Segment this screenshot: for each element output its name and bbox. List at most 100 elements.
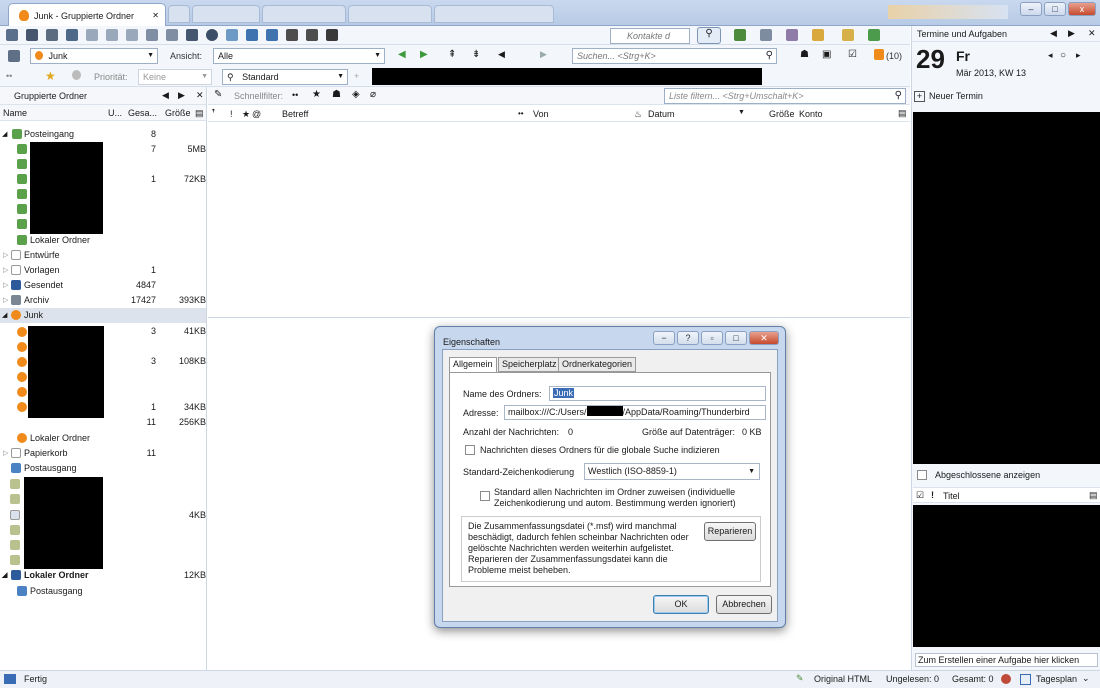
task-priority-col-icon[interactable]: !: [931, 490, 934, 500]
col-account[interactable]: Konto: [799, 109, 823, 119]
last-icon[interactable]: ⇟: [472, 49, 480, 60]
tab-ghost-3[interactable]: [348, 5, 432, 23]
folder-row[interactable]: 11 256KB: [0, 415, 206, 430]
addon-icon[interactable]: [734, 29, 746, 41]
search-button-icon[interactable]: ⚲: [697, 27, 721, 44]
online-icon[interactable]: [4, 674, 16, 684]
chat-icon[interactable]: [66, 29, 78, 41]
show-completed-checkbox[interactable]: [917, 470, 927, 480]
minimize-button[interactable]: –: [1020, 2, 1042, 16]
add-tag-icon[interactable]: +: [354, 71, 359, 81]
folder-row[interactable]: Postausgang: [0, 584, 206, 599]
tasks-icon[interactable]: ☑: [848, 49, 857, 60]
previous-icon[interactable]: ◀: [498, 49, 505, 60]
contact-filter-icon[interactable]: ☗: [332, 89, 341, 100]
tab-close-icon[interactable]: ✕: [152, 11, 159, 20]
expand-icon[interactable]: ▷: [3, 446, 8, 461]
dialog-help-button[interactable]: ?: [677, 331, 699, 345]
today-icon[interactable]: ○: [1060, 50, 1066, 61]
archive-icon[interactable]: [146, 29, 158, 41]
save-icon[interactable]: [186, 29, 198, 41]
stop-icon[interactable]: [206, 29, 218, 41]
reply-icon[interactable]: [86, 29, 98, 41]
repair-button[interactable]: Reparieren: [704, 522, 756, 541]
expand-icon[interactable]: ◢: [2, 127, 7, 142]
folder-row[interactable]: 3 41KB: [0, 324, 206, 339]
dialog-minimize-button[interactable]: −: [653, 331, 675, 345]
print-icon[interactable]: [286, 29, 298, 41]
print-preview-icon[interactable]: [306, 29, 318, 41]
address-book-icon[interactable]: [46, 29, 58, 41]
priority-combo[interactable]: Keine ▼: [138, 69, 212, 85]
notes-icon[interactable]: [842, 29, 854, 41]
unread-filter-icon[interactable]: ••: [292, 90, 298, 100]
pin-icon[interactable]: ✎: [214, 89, 222, 100]
tab-junk[interactable]: Junk - Gruppierte Ordner ✕: [8, 3, 166, 27]
task-title-col[interactable]: Titel: [943, 491, 960, 501]
folder-row[interactable]: Lokaler Ordner: [0, 431, 206, 446]
reply-all-icon[interactable]: [106, 29, 118, 41]
dialog-maximize-button[interactable]: □: [725, 331, 747, 345]
folder-row[interactable]: ▷ Vorlagen 1: [0, 263, 206, 278]
filter-list-input[interactable]: Liste filtern... <Strg+Umschalt+K> ⚲: [664, 88, 906, 104]
contacts-icon[interactable]: ☗: [800, 49, 809, 60]
close-pane-icon[interactable]: ✕: [196, 90, 204, 101]
sync2-icon[interactable]: [266, 29, 278, 41]
next-icon[interactable]: ▶: [1068, 28, 1075, 39]
close-icon[interactable]: ✕: [1088, 28, 1096, 39]
col-unread[interactable]: U...: [108, 108, 122, 118]
tab-allgemein[interactable]: Allgemein: [449, 357, 497, 373]
new-event-button[interactable]: + Neuer Termin: [914, 88, 983, 104]
task-done-col-icon[interactable]: ☑: [916, 490, 924, 501]
prev-icon[interactable]: ◀: [1050, 28, 1057, 39]
col-subject[interactable]: Betreff: [282, 109, 308, 119]
tab-ghost-4[interactable]: [434, 5, 554, 23]
expand-icon[interactable]: ▷: [3, 293, 8, 308]
account-icon[interactable]: [8, 50, 20, 62]
column-picker-icon[interactable]: ▤: [1089, 490, 1098, 501]
show-completed-row[interactable]: Abgeschlossene anzeigen: [913, 467, 1100, 483]
thread-col-icon[interactable]: ꜛ: [211, 109, 216, 119]
column-picker-icon[interactable]: ▤: [195, 108, 204, 119]
folder-row[interactable]: ▷ Entwürfe: [0, 248, 206, 263]
cancel-button[interactable]: Abbrechen: [716, 595, 772, 614]
dialog-restore-button[interactable]: ▫: [701, 331, 723, 345]
next-day-icon[interactable]: ▸: [1076, 50, 1081, 61]
global-index-checkbox[interactable]: [465, 445, 475, 455]
sync-icon[interactable]: [246, 29, 258, 41]
tab-ghost-1[interactable]: [192, 5, 260, 23]
search-input[interactable]: Suchen... <Strg+K> ⚲: [572, 48, 777, 64]
rss-icon[interactable]: [874, 49, 884, 60]
folder-row[interactable]: 3 108KB: [0, 354, 206, 369]
priority-col-icon[interactable]: !: [230, 109, 233, 119]
prev-view-icon[interactable]: ◀: [162, 90, 169, 101]
attachment-filter-icon[interactable]: ⌀: [370, 89, 376, 100]
calendar-icon[interactable]: [326, 29, 338, 41]
expand-icon[interactable]: ▷: [3, 263, 8, 278]
next-view-icon[interactable]: ▶: [178, 90, 185, 101]
folder-row[interactable]: ◢ Posteingang 8: [0, 127, 206, 142]
dialog-close-button[interactable]: ✕: [749, 331, 779, 345]
calendar-small-icon[interactable]: ▣: [822, 49, 831, 60]
expand-icon[interactable]: ◢: [2, 568, 7, 583]
folder-row[interactable]: 7 5MB: [0, 142, 206, 157]
folder-icon[interactable]: [812, 29, 824, 41]
tag-filter-icon[interactable]: ◈: [352, 89, 360, 100]
close-window-button[interactable]: x: [1068, 2, 1096, 16]
folder-row[interactable]: Postausgang: [0, 461, 206, 476]
back-arrow-icon[interactable]: ◀: [398, 49, 406, 60]
col-date[interactable]: Datum: [648, 109, 675, 119]
folder-row[interactable]: ▷ Gesendet 4847: [0, 278, 206, 293]
col-size[interactable]: Größe: [769, 109, 795, 119]
read-status-icon[interactable]: ••: [6, 71, 12, 81]
recycle-icon[interactable]: [868, 29, 880, 41]
contacts-search[interactable]: Kontakte d: [610, 28, 690, 44]
folder-row[interactable]: ◢ Lokaler Ordner 12KB: [0, 568, 206, 583]
ok-button[interactable]: OK: [653, 595, 709, 614]
folder-row[interactable]: 1 72KB: [0, 172, 206, 187]
expand-icon[interactable]: ▷: [3, 278, 8, 293]
view-combo[interactable]: Alle ▼: [213, 48, 385, 64]
star-filter-icon[interactable]: ★: [312, 89, 321, 100]
attachment-col-icon[interactable]: @: [252, 109, 261, 119]
expand-icon[interactable]: ◢: [2, 308, 7, 323]
